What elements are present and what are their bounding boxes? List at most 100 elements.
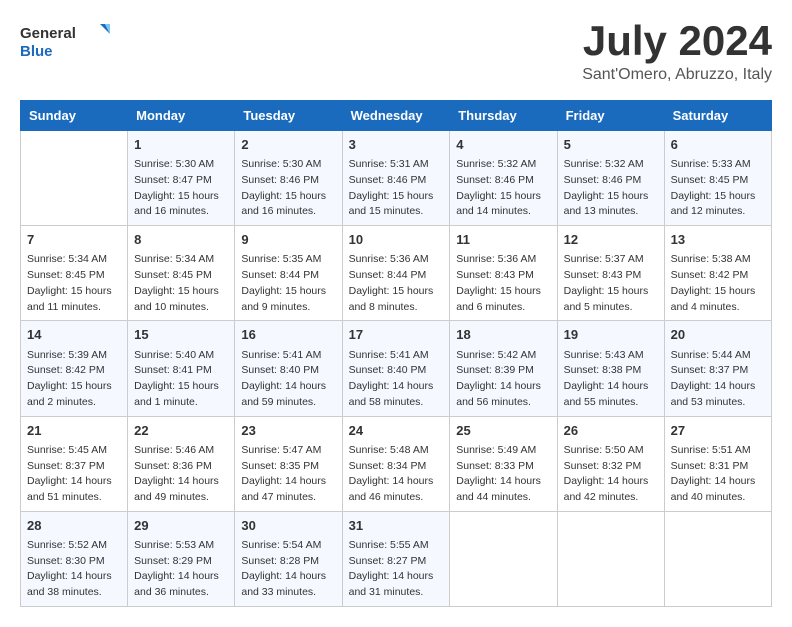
- calendar-cell: 9 Sunrise: 5:35 AMSunset: 8:44 PMDayligh…: [235, 226, 342, 321]
- calendar-cell: 17 Sunrise: 5:41 AMSunset: 8:40 PMDaylig…: [342, 321, 450, 416]
- col-sunday: Sunday: [21, 101, 128, 131]
- day-number: 26: [564, 422, 658, 440]
- calendar-cell: [664, 511, 771, 606]
- day-info: Sunrise: 5:34 AMSunset: 8:45 PMDaylight:…: [27, 253, 112, 312]
- day-number: 2: [241, 136, 335, 154]
- day-info: Sunrise: 5:31 AMSunset: 8:46 PMDaylight:…: [349, 158, 434, 217]
- day-number: 10: [349, 231, 444, 249]
- calendar-cell: 18 Sunrise: 5:42 AMSunset: 8:39 PMDaylig…: [450, 321, 557, 416]
- calendar-cell: 27 Sunrise: 5:51 AMSunset: 8:31 PMDaylig…: [664, 416, 771, 511]
- day-number: 16: [241, 326, 335, 344]
- day-info: Sunrise: 5:33 AMSunset: 8:45 PMDaylight:…: [671, 158, 756, 217]
- day-number: 19: [564, 326, 658, 344]
- day-number: 3: [349, 136, 444, 154]
- day-number: 21: [27, 422, 121, 440]
- day-number: 25: [456, 422, 550, 440]
- calendar-cell: 7 Sunrise: 5:34 AMSunset: 8:45 PMDayligh…: [21, 226, 128, 321]
- calendar-cell: 15 Sunrise: 5:40 AMSunset: 8:41 PMDaylig…: [128, 321, 235, 416]
- calendar-cell: 14 Sunrise: 5:39 AMSunset: 8:42 PMDaylig…: [21, 321, 128, 416]
- day-number: 8: [134, 231, 228, 249]
- calendar-week-row: 1 Sunrise: 5:30 AMSunset: 8:47 PMDayligh…: [21, 131, 772, 226]
- day-number: 27: [671, 422, 765, 440]
- calendar-cell: 8 Sunrise: 5:34 AMSunset: 8:45 PMDayligh…: [128, 226, 235, 321]
- day-info: Sunrise: 5:37 AMSunset: 8:43 PMDaylight:…: [564, 253, 649, 312]
- day-info: Sunrise: 5:41 AMSunset: 8:40 PMDaylight:…: [349, 349, 434, 408]
- calendar-week-row: 21 Sunrise: 5:45 AMSunset: 8:37 PMDaylig…: [21, 416, 772, 511]
- day-number: 4: [456, 136, 550, 154]
- day-info: Sunrise: 5:44 AMSunset: 8:37 PMDaylight:…: [671, 349, 756, 408]
- day-info: Sunrise: 5:47 AMSunset: 8:35 PMDaylight:…: [241, 444, 326, 503]
- calendar-cell: 26 Sunrise: 5:50 AMSunset: 8:32 PMDaylig…: [557, 416, 664, 511]
- day-info: Sunrise: 5:55 AMSunset: 8:27 PMDaylight:…: [349, 539, 434, 598]
- day-info: Sunrise: 5:36 AMSunset: 8:44 PMDaylight:…: [349, 253, 434, 312]
- calendar-cell: 23 Sunrise: 5:47 AMSunset: 8:35 PMDaylig…: [235, 416, 342, 511]
- calendar-cell: 16 Sunrise: 5:41 AMSunset: 8:40 PMDaylig…: [235, 321, 342, 416]
- day-info: Sunrise: 5:34 AMSunset: 8:45 PMDaylight:…: [134, 253, 219, 312]
- day-info: Sunrise: 5:51 AMSunset: 8:31 PMDaylight:…: [671, 444, 756, 503]
- day-number: 31: [349, 517, 444, 535]
- day-number: 11: [456, 231, 550, 249]
- calendar-cell: 30 Sunrise: 5:54 AMSunset: 8:28 PMDaylig…: [235, 511, 342, 606]
- day-info: Sunrise: 5:30 AMSunset: 8:47 PMDaylight:…: [134, 158, 219, 217]
- col-thursday: Thursday: [450, 101, 557, 131]
- calendar-cell: 13 Sunrise: 5:38 AMSunset: 8:42 PMDaylig…: [664, 226, 771, 321]
- day-info: Sunrise: 5:36 AMSunset: 8:43 PMDaylight:…: [456, 253, 541, 312]
- day-info: Sunrise: 5:45 AMSunset: 8:37 PMDaylight:…: [27, 444, 112, 503]
- col-saturday: Saturday: [664, 101, 771, 131]
- col-wednesday: Wednesday: [342, 101, 450, 131]
- calendar-cell: 31 Sunrise: 5:55 AMSunset: 8:27 PMDaylig…: [342, 511, 450, 606]
- calendar-cell: 2 Sunrise: 5:30 AMSunset: 8:46 PMDayligh…: [235, 131, 342, 226]
- day-info: Sunrise: 5:39 AMSunset: 8:42 PMDaylight:…: [27, 349, 112, 408]
- calendar-cell: 24 Sunrise: 5:48 AMSunset: 8:34 PMDaylig…: [342, 416, 450, 511]
- calendar-cell: 11 Sunrise: 5:36 AMSunset: 8:43 PMDaylig…: [450, 226, 557, 321]
- day-number: 12: [564, 231, 658, 249]
- day-number: 5: [564, 136, 658, 154]
- day-info: Sunrise: 5:52 AMSunset: 8:30 PMDaylight:…: [27, 539, 112, 598]
- day-number: 7: [27, 231, 121, 249]
- col-tuesday: Tuesday: [235, 101, 342, 131]
- calendar-table: Sunday Monday Tuesday Wednesday Thursday…: [20, 100, 772, 607]
- generalblue-logo: General Blue: [20, 20, 110, 64]
- month-title: July 2024: [582, 20, 772, 62]
- calendar-week-row: 28 Sunrise: 5:52 AMSunset: 8:30 PMDaylig…: [21, 511, 772, 606]
- day-info: Sunrise: 5:40 AMSunset: 8:41 PMDaylight:…: [134, 349, 219, 408]
- day-info: Sunrise: 5:42 AMSunset: 8:39 PMDaylight:…: [456, 349, 541, 408]
- day-number: 24: [349, 422, 444, 440]
- location-subtitle: Sant'Omero, Abruzzo, Italy: [582, 66, 772, 84]
- calendar-cell: 25 Sunrise: 5:49 AMSunset: 8:33 PMDaylig…: [450, 416, 557, 511]
- day-number: 6: [671, 136, 765, 154]
- calendar-cell: 5 Sunrise: 5:32 AMSunset: 8:46 PMDayligh…: [557, 131, 664, 226]
- calendar-cell: 20 Sunrise: 5:44 AMSunset: 8:37 PMDaylig…: [664, 321, 771, 416]
- calendar-cell: 21 Sunrise: 5:45 AMSunset: 8:37 PMDaylig…: [21, 416, 128, 511]
- day-info: Sunrise: 5:32 AMSunset: 8:46 PMDaylight:…: [564, 158, 649, 217]
- day-info: Sunrise: 5:50 AMSunset: 8:32 PMDaylight:…: [564, 444, 649, 503]
- calendar-cell: 28 Sunrise: 5:52 AMSunset: 8:30 PMDaylig…: [21, 511, 128, 606]
- calendar-cell: [450, 511, 557, 606]
- day-number: 13: [671, 231, 765, 249]
- calendar-cell: 6 Sunrise: 5:33 AMSunset: 8:45 PMDayligh…: [664, 131, 771, 226]
- day-info: Sunrise: 5:54 AMSunset: 8:28 PMDaylight:…: [241, 539, 326, 598]
- day-number: 18: [456, 326, 550, 344]
- page-header: General Blue July 2024 Sant'Omero, Abruz…: [20, 20, 772, 84]
- logo: General Blue: [20, 20, 110, 64]
- day-number: 22: [134, 422, 228, 440]
- calendar-cell: [557, 511, 664, 606]
- day-info: Sunrise: 5:38 AMSunset: 8:42 PMDaylight:…: [671, 253, 756, 312]
- calendar-cell: 22 Sunrise: 5:46 AMSunset: 8:36 PMDaylig…: [128, 416, 235, 511]
- day-number: 14: [27, 326, 121, 344]
- day-number: 20: [671, 326, 765, 344]
- title-area: July 2024 Sant'Omero, Abruzzo, Italy: [582, 20, 772, 84]
- day-number: 17: [349, 326, 444, 344]
- day-number: 30: [241, 517, 335, 535]
- day-number: 1: [134, 136, 228, 154]
- calendar-header-row: Sunday Monday Tuesday Wednesday Thursday…: [21, 101, 772, 131]
- day-info: Sunrise: 5:43 AMSunset: 8:38 PMDaylight:…: [564, 349, 649, 408]
- day-info: Sunrise: 5:30 AMSunset: 8:46 PMDaylight:…: [241, 158, 326, 217]
- calendar-cell: 3 Sunrise: 5:31 AMSunset: 8:46 PMDayligh…: [342, 131, 450, 226]
- day-info: Sunrise: 5:48 AMSunset: 8:34 PMDaylight:…: [349, 444, 434, 503]
- col-monday: Monday: [128, 101, 235, 131]
- calendar-cell: 1 Sunrise: 5:30 AMSunset: 8:47 PMDayligh…: [128, 131, 235, 226]
- col-friday: Friday: [557, 101, 664, 131]
- calendar-week-row: 7 Sunrise: 5:34 AMSunset: 8:45 PMDayligh…: [21, 226, 772, 321]
- calendar-cell: 12 Sunrise: 5:37 AMSunset: 8:43 PMDaylig…: [557, 226, 664, 321]
